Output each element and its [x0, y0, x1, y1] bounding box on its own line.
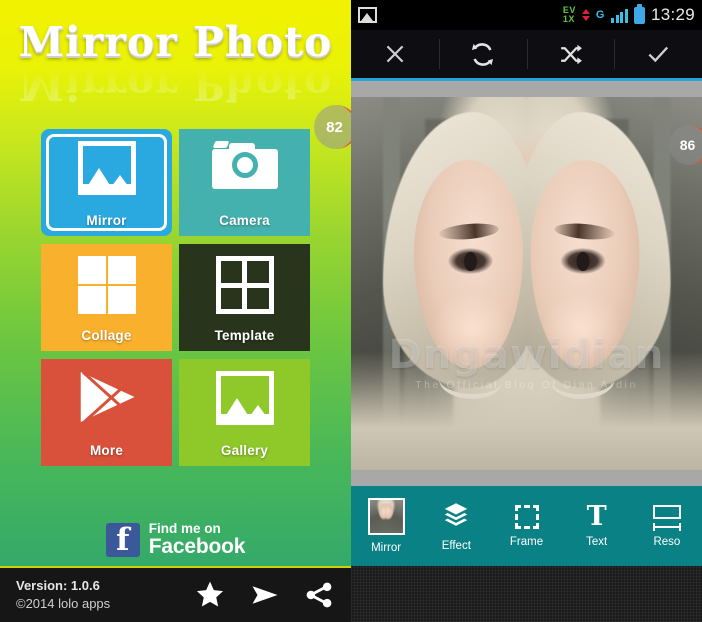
share-icon[interactable] [303, 580, 335, 610]
bottom-item-mirror[interactable]: Mirror [351, 498, 421, 554]
tile-camera[interactable]: Camera [179, 129, 310, 236]
bottom-item-label: Mirror [371, 542, 402, 554]
camera-icon [179, 141, 310, 189]
bottom-item-effect[interactable]: Effect [421, 501, 491, 552]
facebook-line-2: Facebook [148, 534, 246, 558]
photo-canvas[interactable]: Dngawidian The Official Blog Of Dian Ard… [351, 81, 702, 486]
footer-actions [193, 579, 335, 611]
shuffle-icon [561, 44, 582, 64]
tile-mirror[interactable]: Mirror [41, 129, 172, 236]
frame-icon [514, 504, 539, 529]
mirrored-photo[interactable]: Dngawidian The Official Blog Of Dian Ard… [351, 97, 702, 470]
app-title-reflection: Mirror Photo [18, 61, 333, 109]
editor-screen: EV 1X G 13:29 Dngawidian The Official Bl… [351, 0, 702, 622]
data-arrows-icon [581, 9, 590, 21]
bottom-item-frame[interactable]: Frame [491, 504, 561, 548]
photo-frame-icon [179, 371, 310, 425]
tile-row-3: More Gallery [41, 359, 310, 466]
layers-icon [441, 501, 471, 533]
shuffle-button[interactable] [526, 30, 615, 78]
version-info: Version: 1.0.6 ©2014 lolo apps [16, 577, 110, 612]
bottom-item-reso[interactable]: Reso [632, 504, 702, 548]
signal-bars-icon [611, 8, 628, 23]
battery-icon [633, 3, 645, 24]
bottom-item-label: Effect [441, 539, 471, 552]
send-icon[interactable] [247, 580, 283, 610]
dual-screenshot: Mirror Photo Mirror Photo 82 Mirror Came… [0, 0, 702, 622]
navigation-zone [351, 566, 702, 622]
confirm-button[interactable] [614, 30, 702, 78]
network-label-bottom: 1X [562, 14, 575, 24]
bottom-item-label: Frame [509, 535, 544, 548]
editor-toolbar [351, 30, 702, 78]
bottom-item-label: Text [586, 535, 608, 548]
tile-grid: Mirror Camera Collage Template More Gall… [41, 129, 310, 474]
tile-label: Mirror [86, 213, 127, 228]
close-icon [386, 45, 404, 63]
version-text: Version: 1.0.6 [16, 578, 100, 594]
facebook-link[interactable]: f Find me on Facebook [0, 520, 351, 558]
play-store-icon [41, 371, 172, 423]
rotate-icon [472, 42, 494, 66]
android-status-bar: EV 1X G 13:29 [351, 0, 702, 30]
tile-template[interactable]: Template [179, 244, 310, 351]
close-button[interactable] [351, 30, 439, 78]
facebook-icon: f [105, 521, 140, 558]
status-clock: 13:29 [650, 5, 695, 24]
rotate-button[interactable] [438, 30, 527, 78]
tile-label: More [89, 443, 124, 458]
photo-frame-icon [41, 141, 172, 195]
status-notifications [358, 7, 377, 23]
grid-outline-icon [179, 256, 310, 314]
check-icon [648, 46, 669, 63]
page-title: Mirror Photo [18, 18, 333, 66]
tile-row-2: Collage Template [41, 244, 310, 351]
copyright-text: ©2014 lolo apps [16, 596, 111, 611]
network-type-indicator: EV 1X [563, 6, 576, 24]
tile-label: Gallery [220, 443, 269, 458]
image-icon [358, 7, 377, 23]
facebook-text: Find me on Facebook [148, 520, 246, 558]
tile-gallery[interactable]: Gallery [179, 359, 310, 466]
app-title-block: Mirror Photo Mirror Photo [0, 22, 351, 122]
status-indicators: EV 1X G 13:29 [563, 3, 695, 25]
tile-collage[interactable]: Collage [41, 244, 172, 351]
bottom-item-label: Reso [653, 535, 681, 548]
editor-bottom-toolbar: Mirror Effect Frame T Text Reso [351, 486, 702, 566]
grid-four-icon [41, 256, 172, 314]
text-icon: T [586, 500, 607, 532]
mirror-thumbnail-icon [367, 498, 405, 535]
resize-icon [652, 504, 682, 531]
facebook-line-1: Find me on [148, 520, 221, 536]
mirror-half-left [351, 97, 527, 470]
tile-label: Camera [219, 213, 270, 228]
facebook-letter: f [116, 521, 130, 558]
bottom-item-text[interactable]: T Text [562, 500, 632, 548]
app-footer: Version: 1.0.6 ©2014 lolo apps [0, 566, 351, 622]
signal-letter: G [595, 9, 605, 21]
status-badge: 86 [669, 125, 702, 165]
tile-more[interactable]: More [41, 359, 172, 466]
star-icon[interactable] [193, 579, 227, 611]
app-home-screen: Mirror Photo Mirror Photo 82 Mirror Came… [0, 0, 351, 622]
tile-label: Collage [81, 328, 132, 343]
status-badge: 82 [314, 105, 351, 149]
tile-label: Template [214, 328, 275, 343]
tile-row-1: Mirror Camera [41, 129, 310, 236]
